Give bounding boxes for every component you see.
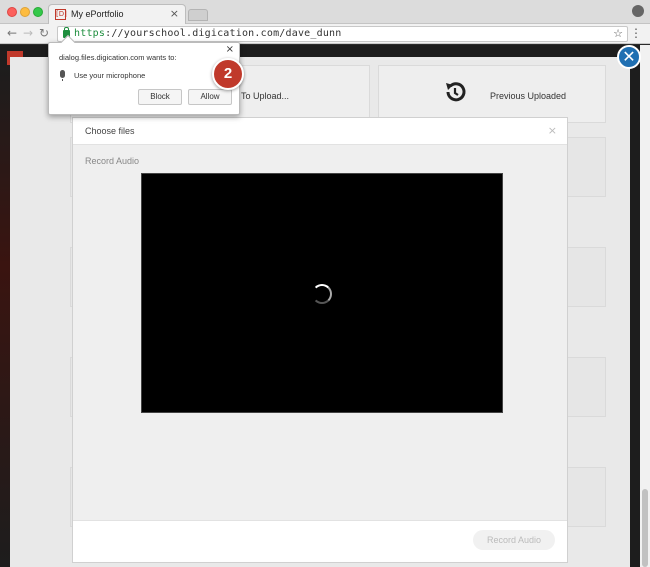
microphone-permission-popup: × dialog.files.digication.com wants to: …	[48, 34, 240, 115]
browser-toolbar: ← → ↻ https://yourschool.digication.com/…	[0, 24, 650, 44]
url-text[interactable]: https://yourschool.digication.com/dave_d…	[74, 28, 342, 39]
page-scrollbar[interactable]	[640, 45, 650, 567]
tab-title: My ePortfolio	[71, 9, 124, 19]
page-backdrop	[0, 65, 10, 567]
address-bar[interactable]: https://yourschool.digication.com/dave_d…	[57, 26, 628, 42]
allow-button[interactable]: Allow	[188, 89, 232, 105]
reload-icon[interactable]: ↻	[39, 26, 49, 40]
history-icon	[446, 82, 466, 102]
favicon-icon: [D]	[55, 9, 67, 20]
window-close-button[interactable]	[7, 7, 17, 17]
dialog-title: Choose files	[85, 126, 135, 136]
close-overlay-button[interactable]: ✕	[617, 45, 641, 69]
browser-menu-icon[interactable]: ⋮	[630, 27, 642, 39]
browser-tab[interactable]: [D] My ePortfolio ×	[48, 4, 186, 25]
loading-spinner-icon	[312, 284, 332, 304]
scrollbar-thumb[interactable]	[642, 489, 648, 567]
upload-option-label: To Upload...	[241, 91, 290, 101]
window-maximize-button[interactable]	[33, 7, 43, 17]
profile-icon[interactable]	[632, 5, 644, 17]
tab-bar: [D] My ePortfolio ×	[0, 0, 650, 25]
record-audio-button[interactable]: Record Audio	[473, 530, 555, 550]
permission-request-text: dialog.files.digication.com wants to:	[59, 53, 177, 62]
dialog-subtitle: Record Audio	[85, 156, 140, 166]
bookmark-star-icon[interactable]: ☆	[613, 27, 623, 40]
forward-arrow-icon[interactable]: →	[23, 26, 33, 40]
dialog-header: Choose files ×	[73, 118, 567, 145]
block-button[interactable]: Block	[138, 89, 182, 105]
previous-uploaded-label: Previous Uploaded	[490, 91, 567, 101]
permission-label: Use your microphone	[74, 71, 146, 80]
dialog-footer: Record Audio	[73, 520, 567, 562]
window-minimize-button[interactable]	[20, 7, 30, 17]
choose-files-dialog: Choose files × Record Audio Record Audio	[72, 117, 568, 563]
back-arrow-icon[interactable]: ←	[7, 26, 17, 40]
popup-close-icon[interactable]: ×	[226, 44, 234, 55]
microphone-icon	[60, 70, 65, 81]
tab-close-icon[interactable]: ×	[170, 7, 179, 20]
step-number-badge: 2	[212, 58, 244, 90]
new-tab-button[interactable]	[188, 9, 208, 21]
dialog-close-icon[interactable]: ×	[548, 124, 557, 137]
recording-preview	[141, 173, 503, 413]
